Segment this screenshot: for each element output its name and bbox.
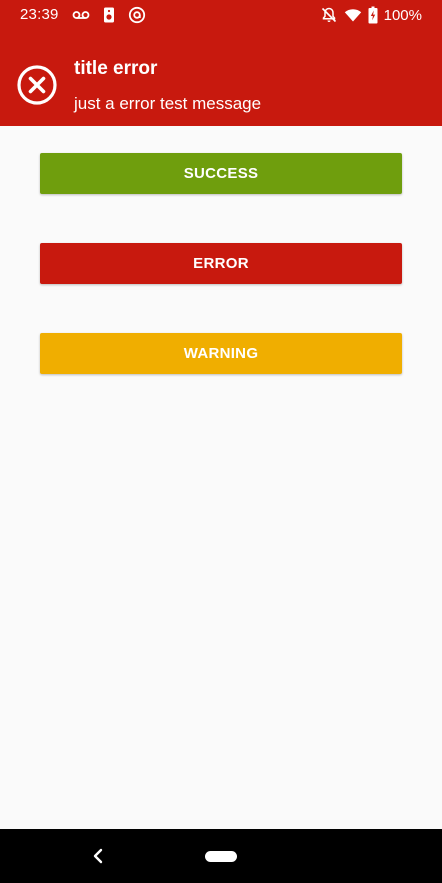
status-time: 23:39 xyxy=(20,6,59,23)
voicemail-icon xyxy=(72,6,90,24)
wifi-icon xyxy=(344,6,362,24)
battery-charging-icon xyxy=(368,6,378,24)
error-alert-banner[interactable]: title error just a error test message xyxy=(0,30,442,126)
alert-message: just a error test message xyxy=(74,94,262,113)
home-pill-icon[interactable] xyxy=(205,851,237,862)
status-left-icons xyxy=(72,6,146,24)
warning-button[interactable]: WARNING xyxy=(40,333,402,374)
error-button[interactable]: ERROR xyxy=(40,243,402,284)
speaker-icon xyxy=(100,6,118,24)
at-sign-icon xyxy=(128,6,146,24)
back-icon[interactable] xyxy=(90,847,106,865)
navigation-bar xyxy=(0,829,442,883)
success-button[interactable]: SUCCESS xyxy=(40,153,402,194)
battery-percent: 100% xyxy=(383,6,422,24)
top-header: 23:39 100% title error just a error test… xyxy=(0,0,442,126)
bell-off-icon xyxy=(320,6,338,24)
status-right: 100% xyxy=(320,6,422,24)
error-circle-x-icon xyxy=(16,64,58,106)
alert-title: title error xyxy=(74,58,158,79)
status-bar: 23:39 100% xyxy=(0,0,442,30)
